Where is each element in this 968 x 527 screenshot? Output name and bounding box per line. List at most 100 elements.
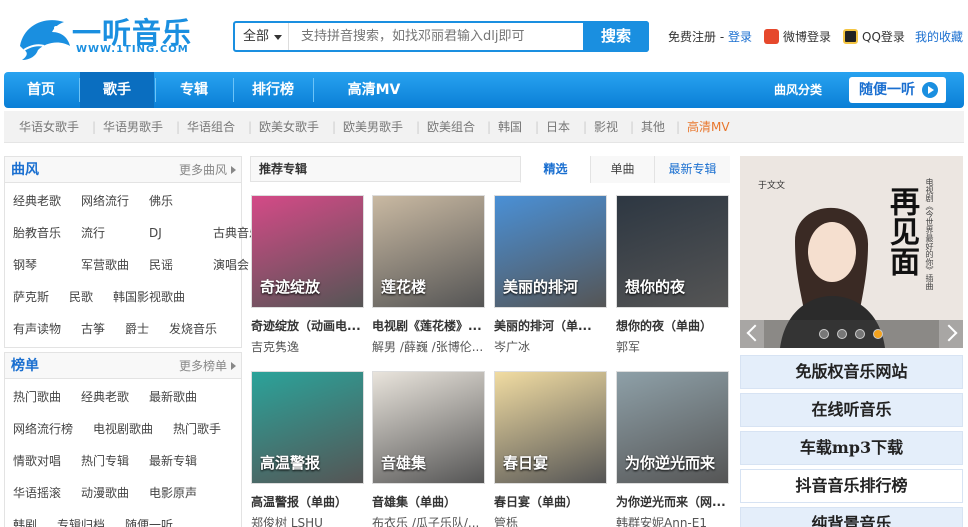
genre-tag[interactable]: 流行	[81, 225, 105, 241]
album-cover-image[interactable]: 高温警报	[251, 371, 364, 484]
more-charts-link[interactable]: 更多榜单	[179, 353, 237, 379]
genre-tag[interactable]: 有声读物	[13, 321, 61, 337]
chart-link[interactable]: 动漫歌曲	[81, 485, 129, 501]
slide-dot[interactable]	[819, 329, 829, 339]
genre-tag[interactable]: 经典老歌	[13, 193, 61, 209]
album-artist[interactable]: 解男 /薛巍 /张博伦...	[372, 338, 490, 355]
genre-tag[interactable]: 古筝	[81, 321, 105, 337]
genre-tag[interactable]: 萨克斯	[13, 289, 49, 305]
nav-item-2[interactable]: 专辑	[156, 72, 232, 108]
subnav-item[interactable]: 韩国	[498, 111, 522, 143]
next-arrow-button[interactable]	[939, 320, 963, 348]
nav-item-1[interactable]: 歌手	[80, 72, 154, 108]
genre-tag[interactable]: 韩国影视歌曲	[113, 289, 185, 305]
banner-slider[interactable]: 再见面 电视剧《今世界最好的你》插曲 于文文	[740, 156, 963, 348]
subnav-item[interactable]: 高清MV	[687, 111, 730, 143]
album-title[interactable]: 美丽的排河（单...	[494, 317, 612, 334]
subnav-item[interactable]: 影视	[594, 111, 618, 143]
album-title[interactable]: 高温警报（单曲）	[251, 493, 369, 510]
search-scope-select[interactable]: 全部	[235, 23, 289, 50]
subnav-item[interactable]: 华语组合	[187, 111, 235, 143]
prev-arrow-button[interactable]	[740, 320, 764, 348]
weibo-login-link[interactable]: 微博登录	[783, 28, 831, 46]
subnav-item[interactable]: 华语男歌手	[103, 111, 163, 143]
album-cover-image[interactable]: 音雄集	[372, 371, 485, 484]
genre-tag[interactable]: 网络流行	[81, 193, 129, 209]
subnav-item[interactable]: 其他	[641, 111, 665, 143]
register-prefix[interactable]: 免费注册 -	[668, 28, 724, 46]
album-artist[interactable]: 郭军	[616, 338, 734, 355]
album-title[interactable]: 春日宴（单曲）	[494, 493, 612, 510]
genre-tag[interactable]: 佛乐	[149, 193, 173, 209]
tab-singles[interactable]: 单曲	[590, 156, 654, 183]
more-genres-link[interactable]: 更多曲风	[179, 157, 237, 183]
promo-link[interactable]: 抖音音乐排行榜	[740, 469, 963, 503]
album-artist[interactable]: 管栎	[494, 514, 612, 527]
nav-item-3[interactable]: 排行榜	[234, 72, 312, 108]
album-cover-image[interactable]: 想你的夜	[616, 195, 729, 308]
qq-login-link[interactable]: QQ登录	[862, 28, 905, 46]
chart-link[interactable]: 随便一听	[125, 517, 173, 527]
random-listen-button[interactable]: 随便一听	[849, 77, 946, 103]
album-title[interactable]: 电视剧《莲花楼》...	[372, 317, 490, 334]
tab-latest-albums[interactable]: 最新专辑	[654, 156, 730, 183]
slide-dot-active[interactable]	[873, 329, 883, 339]
promo-link[interactable]: 车载mp3下载	[740, 431, 963, 465]
chart-link[interactable]: 经典老歌	[81, 389, 129, 405]
genre-tag[interactable]: DJ	[149, 225, 162, 241]
login-link[interactable]: 登录	[728, 28, 752, 46]
genre-tag[interactable]: 民谣	[149, 257, 173, 273]
chart-link[interactable]: 热门专辑	[81, 453, 129, 469]
album-artist[interactable]: 布衣乐 /瓜子乐队/...	[372, 514, 490, 527]
slide-dot[interactable]	[837, 329, 847, 339]
subnav-item[interactable]: 欧美男歌手	[343, 111, 403, 143]
genre-tag[interactable]: 民歌	[69, 289, 93, 305]
chart-link[interactable]: 华语摇滚	[13, 485, 61, 501]
albums-header: 推荐专辑 精选 单曲 最新专辑	[250, 156, 730, 183]
album-title[interactable]: 音雄集（单曲）	[372, 493, 490, 510]
subnav-item[interactable]: 华语女歌手	[19, 111, 79, 143]
album-cover-image[interactable]: 奇迹绽放	[251, 195, 364, 308]
chart-link[interactable]: 网络流行榜	[13, 421, 73, 437]
chart-link[interactable]: 情歌对唱	[13, 453, 61, 469]
album-artist[interactable]: 吉克隽逸	[251, 338, 369, 355]
genre-tag[interactable]: 钢琴	[13, 257, 37, 273]
chart-link[interactable]: 热门歌手	[173, 421, 221, 437]
subnav-item[interactable]: 欧美女歌手	[259, 111, 319, 143]
album-cover-image[interactable]: 为你逆光而来	[616, 371, 729, 484]
chart-link[interactable]: 专辑归档	[57, 517, 105, 527]
genre-tag[interactable]: 胎教音乐	[13, 225, 61, 241]
genre-category-link[interactable]: 曲风分类	[774, 72, 822, 108]
tab-featured[interactable]: 精选	[520, 156, 590, 183]
chart-link[interactable]: 最新歌曲	[149, 389, 197, 405]
genre-tag[interactable]: 爵士	[125, 321, 149, 337]
album-artist[interactable]: 岑广冰	[494, 338, 612, 355]
promo-link[interactable]: 免版权音乐网站	[740, 355, 963, 389]
album-artist[interactable]: 郑俊树 LSHU	[251, 514, 369, 527]
slide-dot[interactable]	[855, 329, 865, 339]
album-title[interactable]: 奇迹绽放（动画电...	[251, 317, 369, 334]
genre-tag[interactable]: 演唱会	[213, 257, 249, 273]
promo-link[interactable]: 纯背景音乐	[740, 507, 963, 527]
nav-item-0[interactable]: 首页	[4, 72, 78, 108]
chart-link[interactable]: 热门歌曲	[13, 389, 61, 405]
search-button[interactable]: 搜索	[583, 21, 649, 52]
favorites-link[interactable]: 我的收藏	[915, 28, 963, 46]
album-title[interactable]: 为你逆光而来（网...	[616, 493, 734, 510]
album-cover-image[interactable]: 春日宴	[494, 371, 607, 484]
album-cover-image[interactable]: 美丽的排河	[494, 195, 607, 308]
search-input[interactable]	[291, 23, 581, 50]
genre-tag[interactable]: 军营歌曲	[81, 257, 129, 273]
nav-item-4[interactable]: 高清MV	[328, 72, 420, 108]
album-artist[interactable]: 韩群安妮Ann-E1	[616, 514, 734, 527]
album-cover-image[interactable]: 莲花楼	[372, 195, 485, 308]
promo-link[interactable]: 在线听音乐	[740, 393, 963, 427]
chart-link[interactable]: 最新专辑	[149, 453, 197, 469]
chart-link[interactable]: 电影原声	[149, 485, 197, 501]
chart-link[interactable]: 韩剧	[13, 517, 37, 527]
genre-tag[interactable]: 发烧音乐	[169, 321, 217, 337]
subnav-item[interactable]: 日本	[546, 111, 570, 143]
album-title[interactable]: 想你的夜（单曲）	[616, 317, 734, 334]
subnav-item[interactable]: 欧美组合	[427, 111, 475, 143]
chart-link[interactable]: 电视剧歌曲	[93, 421, 153, 437]
